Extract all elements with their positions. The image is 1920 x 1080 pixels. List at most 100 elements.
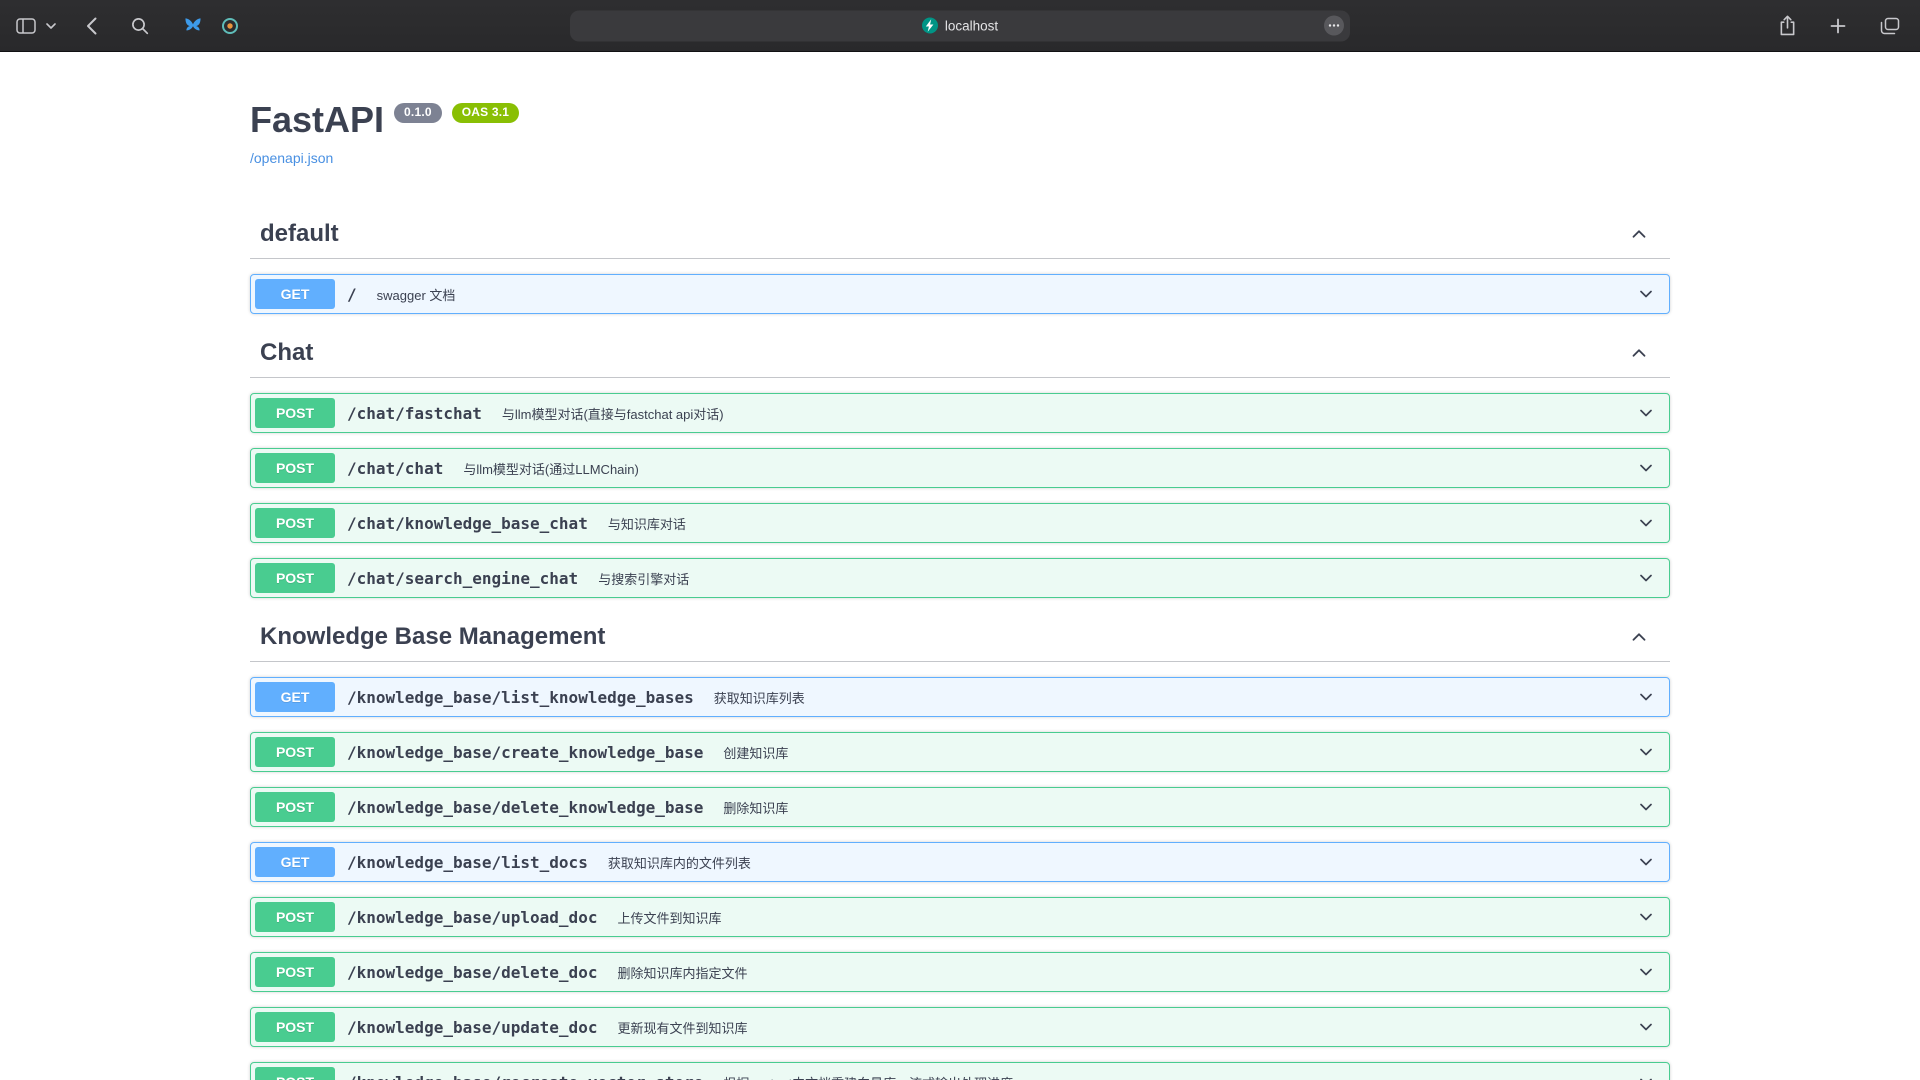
method-badge: POST xyxy=(255,1012,335,1042)
expand-endpoint-button[interactable] xyxy=(1636,1072,1656,1080)
endpoint-row[interactable]: GET / swagger 文档 xyxy=(250,274,1670,314)
url-text: localhost xyxy=(945,18,998,33)
share-button[interactable] xyxy=(1773,9,1802,42)
tab-overview-icon xyxy=(1880,17,1900,35)
endpoint-description: 与llm模型对话(通过LLMChain) xyxy=(453,459,1636,478)
expand-endpoint-button[interactable] xyxy=(1636,797,1656,817)
expand-endpoint-button[interactable] xyxy=(1636,513,1656,533)
endpoint-path: /chat/fastchat xyxy=(335,404,492,423)
endpoint-row[interactable]: POST /knowledge_base/recreate_vector_sto… xyxy=(250,1062,1670,1080)
endpoint-description: 与搜索引擎对话 xyxy=(588,569,1636,588)
endpoint-row[interactable]: POST /chat/search_engine_chat 与搜索引擎对话 xyxy=(250,558,1670,598)
endpoint-description: 获取知识库列表 xyxy=(704,688,1636,707)
section-title: Chat xyxy=(260,339,313,367)
endpoint-row[interactable]: POST /knowledge_base/create_knowledge_ba… xyxy=(250,732,1670,772)
section-endpoints: GET / swagger 文档 xyxy=(250,274,1670,314)
endpoint-row[interactable]: POST /chat/fastchat 与llm模型对话(直接与fastchat… xyxy=(250,393,1670,433)
endpoint-path: /knowledge_base/list_knowledge_bases xyxy=(335,688,704,707)
chevron-down-icon xyxy=(1636,907,1656,927)
endpoint-row[interactable]: POST /knowledge_base/update_doc 更新现有文件到知… xyxy=(250,1007,1670,1047)
api-info: FastAPI 0.1.0 OAS 3.1 /openapi.json xyxy=(250,52,1670,168)
oas-badge: OAS 3.1 xyxy=(452,103,519,123)
plus-icon xyxy=(1830,18,1846,34)
endpoint-row[interactable]: POST /chat/knowledge_base_chat 与知识库对话 xyxy=(250,503,1670,543)
chevron-down-icon xyxy=(1636,687,1656,707)
endpoint-row[interactable]: GET /knowledge_base/list_docs 获取知识库内的文件列… xyxy=(250,842,1670,882)
expand-endpoint-button[interactable] xyxy=(1636,687,1656,707)
swagger-ui: FastAPI 0.1.0 OAS 3.1 /openapi.json defa… xyxy=(230,52,1690,1080)
tab-overview-button[interactable] xyxy=(1874,11,1906,41)
search-button[interactable] xyxy=(125,11,155,41)
section-title: Knowledge Base Management xyxy=(260,623,605,651)
endpoint-description: 创建知识库 xyxy=(713,743,1636,762)
section-header[interactable]: Chat xyxy=(250,329,1670,378)
page-options-button[interactable] xyxy=(1324,16,1344,36)
endpoint-path: /knowledge_base/update_doc xyxy=(335,1018,607,1037)
extension-icon-blue[interactable] xyxy=(177,11,209,40)
endpoint-path: /knowledge_base/list_docs xyxy=(335,853,598,872)
chevron-down-icon xyxy=(1636,742,1656,762)
endpoint-path: /knowledge_base/delete_doc xyxy=(335,963,607,982)
endpoint-path: /chat/search_engine_chat xyxy=(335,569,588,588)
expand-endpoint-button[interactable] xyxy=(1636,742,1656,762)
version-badge: 0.1.0 xyxy=(394,103,442,123)
endpoint-path: /knowledge_base/upload_doc xyxy=(335,908,607,927)
address-bar[interactable]: localhost xyxy=(570,10,1350,41)
ellipsis-icon xyxy=(1328,24,1340,28)
method-badge: POST xyxy=(255,453,335,483)
api-section: default GET / swagger 文档 xyxy=(250,210,1670,314)
collapse-section-icon[interactable] xyxy=(1628,626,1650,648)
toolbar-left xyxy=(14,11,245,41)
openapi-spec-link[interactable]: /openapi.json xyxy=(250,150,333,166)
api-section: Chat POST /chat/fastchat 与llm模型对话(直接与fas… xyxy=(250,329,1670,598)
endpoint-path: /knowledge_base/create_knowledge_base xyxy=(335,743,713,762)
expand-endpoint-button[interactable] xyxy=(1636,1017,1656,1037)
chevron-down-icon xyxy=(1636,568,1656,588)
endpoint-row[interactable]: POST /knowledge_base/delete_knowledge_ba… xyxy=(250,787,1670,827)
endpoint-description: 删除知识库内指定文件 xyxy=(607,963,1636,982)
chevron-down-icon xyxy=(1636,513,1656,533)
endpoint-path: /knowledge_base/delete_knowledge_base xyxy=(335,798,713,817)
section-header[interactable]: default xyxy=(250,210,1670,259)
api-section: Knowledge Base Management GET /knowledge… xyxy=(250,613,1670,1080)
page-body: FastAPI 0.1.0 OAS 3.1 /openapi.json defa… xyxy=(0,52,1920,1080)
share-icon xyxy=(1779,15,1796,36)
method-badge: GET xyxy=(255,279,335,309)
back-button[interactable] xyxy=(80,11,103,41)
chevron-down-icon xyxy=(1636,962,1656,982)
chevron-down-icon xyxy=(1636,403,1656,423)
method-badge: POST xyxy=(255,902,335,932)
sidebar-toggle-button[interactable] xyxy=(14,12,38,40)
endpoint-description: 获取知识库内的文件列表 xyxy=(598,853,1636,872)
chevron-down-icon xyxy=(1636,1072,1656,1080)
chevron-down-icon xyxy=(1636,852,1656,872)
endpoint-row[interactable]: POST /knowledge_base/upload_doc 上传文件到知识库 xyxy=(250,897,1670,937)
endpoint-description: 与知识库对话 xyxy=(598,514,1636,533)
endpoint-row[interactable]: POST /chat/chat 与llm模型对话(通过LLMChain) xyxy=(250,448,1670,488)
api-sections: default GET / swagger 文档 Chat POST /chat… xyxy=(250,210,1670,1080)
method-badge: POST xyxy=(255,957,335,987)
collapse-section-icon[interactable] xyxy=(1628,342,1650,364)
expand-endpoint-button[interactable] xyxy=(1636,403,1656,423)
endpoint-row[interactable]: GET /knowledge_base/list_knowledge_bases… xyxy=(250,677,1670,717)
expand-endpoint-button[interactable] xyxy=(1636,284,1656,304)
new-tab-button[interactable] xyxy=(1824,12,1852,40)
extension-icon-record[interactable] xyxy=(215,11,245,41)
chevron-down-icon xyxy=(46,23,56,29)
method-badge: GET xyxy=(255,847,335,877)
site-favicon-icon xyxy=(922,18,938,34)
expand-endpoint-button[interactable] xyxy=(1636,458,1656,478)
endpoint-description: 上传文件到知识库 xyxy=(607,908,1636,927)
butterfly-icon xyxy=(183,17,203,34)
expand-endpoint-button[interactable] xyxy=(1636,962,1656,982)
endpoint-row[interactable]: POST /knowledge_base/delete_doc 删除知识库内指定… xyxy=(250,952,1670,992)
expand-endpoint-button[interactable] xyxy=(1636,907,1656,927)
api-title-text: FastAPI xyxy=(250,98,384,141)
method-badge: POST xyxy=(255,1067,335,1080)
section-header[interactable]: Knowledge Base Management xyxy=(250,613,1670,662)
collapse-section-icon[interactable] xyxy=(1628,223,1650,245)
expand-endpoint-button[interactable] xyxy=(1636,568,1656,588)
expand-endpoint-button[interactable] xyxy=(1636,852,1656,872)
tab-group-chevron-button[interactable] xyxy=(44,17,58,35)
chevron-down-icon xyxy=(1636,458,1656,478)
